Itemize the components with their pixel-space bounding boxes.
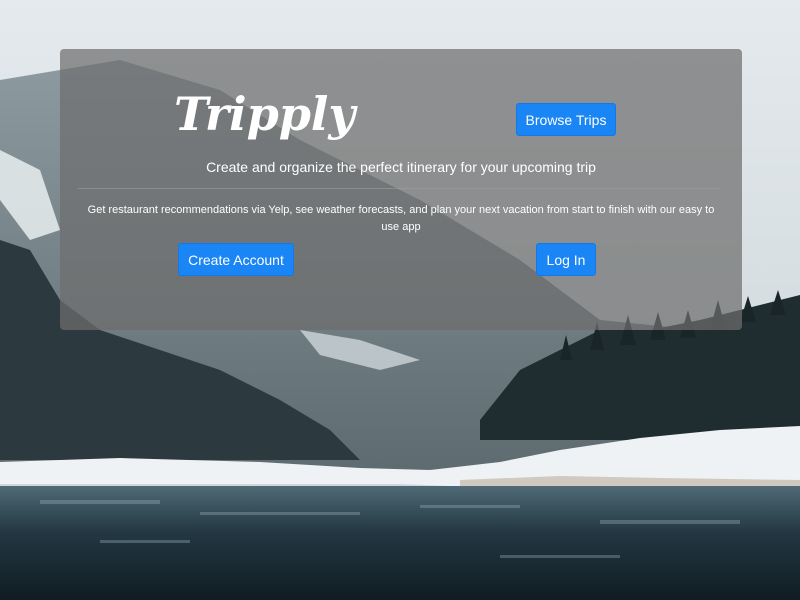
brand-logo[interactable]: Tripply [174, 91, 355, 137]
hero-divider [78, 188, 720, 189]
landing-page: Tripply Browse Trips Create and organize… [0, 0, 800, 600]
hero-description: Get restaurant recommendations via Yelp,… [87, 204, 715, 233]
browse-trips-button[interactable]: Browse Trips [516, 103, 616, 136]
hero-tagline: Create and organize the perfect itinerar… [206, 159, 596, 175]
create-account-button[interactable]: Create Account [178, 243, 294, 276]
log-in-button[interactable]: Log In [536, 243, 596, 276]
hero-panel: Tripply Browse Trips Create and organize… [60, 49, 742, 330]
